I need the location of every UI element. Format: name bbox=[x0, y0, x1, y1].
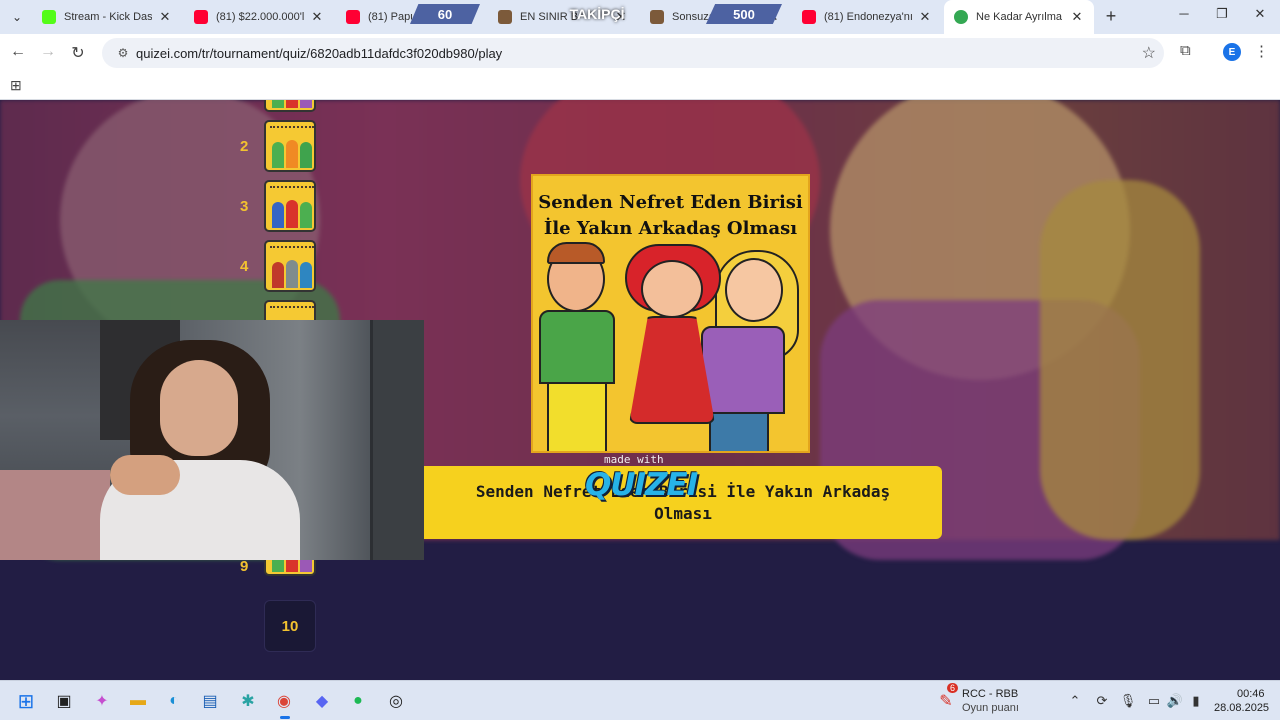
rank-item[interactable]: 10 bbox=[236, 600, 322, 654]
rank-item[interactable]: 3 bbox=[236, 180, 322, 234]
taskbar: ⊞ ▣ ✦ ▬ ◐ ▤ ✱ ◉ ◆ ● ◎ ✎ 6 RCC - RBB Oyun… bbox=[0, 680, 1280, 720]
profile-avatar[interactable]: E bbox=[1223, 43, 1241, 61]
page-content: 2 3 4 9 10 Senden Nefret Eden Birisi İle… bbox=[0, 100, 1280, 680]
rank-number: 4 bbox=[240, 258, 249, 275]
webcam-person-face bbox=[160, 360, 238, 456]
youtube-favicon-icon bbox=[194, 10, 208, 24]
youtube-favicon-icon bbox=[346, 10, 360, 24]
quizei-favicon-icon bbox=[954, 10, 968, 24]
chrome-icon[interactable]: ◉ bbox=[272, 689, 296, 713]
chrome-running-indicator bbox=[280, 716, 290, 719]
battery-icon[interactable]: ▮ bbox=[1187, 693, 1205, 709]
kick-favicon-icon bbox=[42, 10, 56, 24]
close-icon[interactable]: ✕ bbox=[1070, 9, 1084, 25]
extensions-icon[interactable]: ⧉ bbox=[1180, 42, 1191, 59]
rank-number: 3 bbox=[240, 198, 249, 215]
figure-red-head bbox=[641, 260, 703, 318]
rank-thumbnail[interactable] bbox=[264, 100, 316, 112]
rank-number: 2 bbox=[240, 138, 249, 155]
file-explorer-icon[interactable]: ▬ bbox=[126, 689, 150, 713]
rank-thumbnail[interactable] bbox=[264, 120, 316, 172]
made-with-label: made with bbox=[604, 453, 664, 466]
overlay-right-count: 500 bbox=[706, 4, 782, 24]
rank-item[interactable]: 2 bbox=[236, 120, 322, 174]
tab-title: Ne Kadar Ayrılma Se bbox=[976, 11, 1064, 23]
quizei-logo: QUIZEI bbox=[585, 467, 698, 503]
tray-app-sub: Oyun puanı bbox=[962, 702, 1019, 714]
task-view-icon[interactable]: ▣ bbox=[52, 689, 76, 713]
overlay-label: TAKİPÇİ bbox=[569, 6, 625, 22]
tab-search-button[interactable]: ⌄ bbox=[6, 6, 28, 28]
microphone-icon[interactable]: 🎙 bbox=[1119, 693, 1137, 709]
browser-menu-icon[interactable]: ⋮ bbox=[1254, 42, 1269, 60]
forward-icon[interactable]: → bbox=[38, 43, 58, 61]
url-text[interactable]: quizei.com/tr/tournament/quiz/6820adb11d… bbox=[136, 46, 502, 61]
spotify-icon[interactable]: ● bbox=[346, 689, 370, 713]
youtube-favicon-icon bbox=[802, 10, 816, 24]
address-bar[interactable]: ⚙ quizei.com/tr/tournament/quiz/6820adb1… bbox=[102, 38, 1164, 68]
card-title-line1: Senden Nefret Eden Birisi bbox=[538, 192, 803, 213]
clock-date[interactable]: 28.08.2025 bbox=[1214, 702, 1269, 714]
rank-item[interactable] bbox=[236, 100, 322, 114]
apps-grid-icon[interactable]: ⊞ bbox=[10, 77, 22, 94]
figure-blonde-body bbox=[701, 326, 785, 414]
rank-thumbnail[interactable] bbox=[264, 240, 316, 292]
rank-number: 9 bbox=[240, 558, 249, 575]
tab-title: (81) Endonezya'nın G bbox=[824, 11, 912, 23]
close-window-button[interactable]: ✕ bbox=[1250, 6, 1270, 22]
figure-angry-hair bbox=[547, 242, 605, 264]
overlay-left-count: 60 bbox=[410, 4, 480, 24]
close-icon[interactable]: ✕ bbox=[918, 9, 932, 25]
tab-youtube-1[interactable]: (81) $22.000.000'lık D ✕ bbox=[184, 0, 334, 34]
clock-time[interactable]: 00:46 bbox=[1237, 688, 1265, 700]
store-icon[interactable]: ▤ bbox=[198, 689, 222, 713]
webcam-person-hand bbox=[110, 455, 180, 495]
new-tab-button[interactable]: + bbox=[1101, 6, 1121, 27]
tab-quizei-active[interactable]: Ne Kadar Ayrılma Se ✕ bbox=[944, 0, 1094, 34]
webcam-overlay bbox=[0, 320, 424, 560]
tab-title: Stream - Kick Dashbo bbox=[64, 11, 152, 23]
discord-icon[interactable]: ◆ bbox=[310, 689, 334, 713]
webcam-bed bbox=[0, 470, 110, 560]
figure-blonde-head bbox=[725, 258, 783, 322]
bookmark-star-icon[interactable]: ☆ bbox=[1142, 43, 1156, 63]
reload-icon[interactable]: ↻ bbox=[68, 43, 88, 63]
tab-kick-dashboard[interactable]: Stream - Kick Dashbo ✕ bbox=[32, 0, 182, 34]
tray-app-name: RCC - RBB bbox=[962, 688, 1019, 700]
tab-title: (81) $22.000.000'lık D bbox=[216, 11, 304, 23]
game-badge: 6 bbox=[947, 683, 959, 693]
webcam-door bbox=[370, 320, 424, 560]
sync-icon[interactable]: ⟳ bbox=[1093, 693, 1111, 709]
maximize-button[interactable]: ❐ bbox=[1212, 6, 1232, 22]
bookmarks-bar: ⊞ bbox=[0, 72, 1280, 100]
network-icon[interactable]: ▭ bbox=[1145, 693, 1163, 709]
close-icon[interactable]: ✕ bbox=[158, 9, 172, 25]
site-info-icon[interactable]: ⚙ bbox=[110, 46, 136, 60]
back-icon[interactable]: ← bbox=[8, 43, 28, 61]
figure-blonde-legs bbox=[709, 412, 769, 451]
tab-strip: ⌄ Stream - Kick Dashbo ✕ (81) $22.000.00… bbox=[0, 0, 1280, 34]
edge-icon[interactable]: ◐ bbox=[162, 689, 186, 713]
tab-youtube-3[interactable]: (81) Endonezya'nın G ✕ bbox=[792, 0, 942, 34]
minimize-button[interactable]: ─ bbox=[1174, 6, 1194, 21]
card-title: Senden Nefret Eden Birisi İle Yakın Arka… bbox=[533, 190, 808, 242]
card-title-line2: İle Yakın Arkadaş Olması bbox=[543, 218, 798, 239]
figure-angry-legs bbox=[547, 382, 607, 451]
volume-icon[interactable]: 🔊 bbox=[1166, 693, 1184, 709]
quiz-card-image[interactable]: Senden Nefret Eden Birisi İle Yakın Arka… bbox=[531, 174, 810, 453]
rank-thumbnail[interactable] bbox=[264, 180, 316, 232]
copilot-icon[interactable]: ✦ bbox=[90, 689, 114, 713]
app-gear-icon[interactable]: ✱ bbox=[236, 689, 260, 713]
close-icon[interactable]: ✕ bbox=[310, 9, 324, 25]
figure-angry-body bbox=[539, 310, 615, 384]
obs-icon[interactable]: ◎ bbox=[384, 689, 408, 713]
windows-start-icon[interactable]: ⊞ bbox=[14, 689, 38, 713]
rank-item[interactable]: 4 bbox=[236, 240, 322, 294]
bg-figure-right-hair bbox=[1040, 180, 1200, 540]
chevron-up-icon[interactable]: ⌃ bbox=[1066, 693, 1084, 709]
rank-empty-slot[interactable]: 10 bbox=[264, 600, 316, 652]
browser-toolbar: ← → ↻ ⚙ quizei.com/tr/tournament/quiz/68… bbox=[0, 34, 1280, 72]
